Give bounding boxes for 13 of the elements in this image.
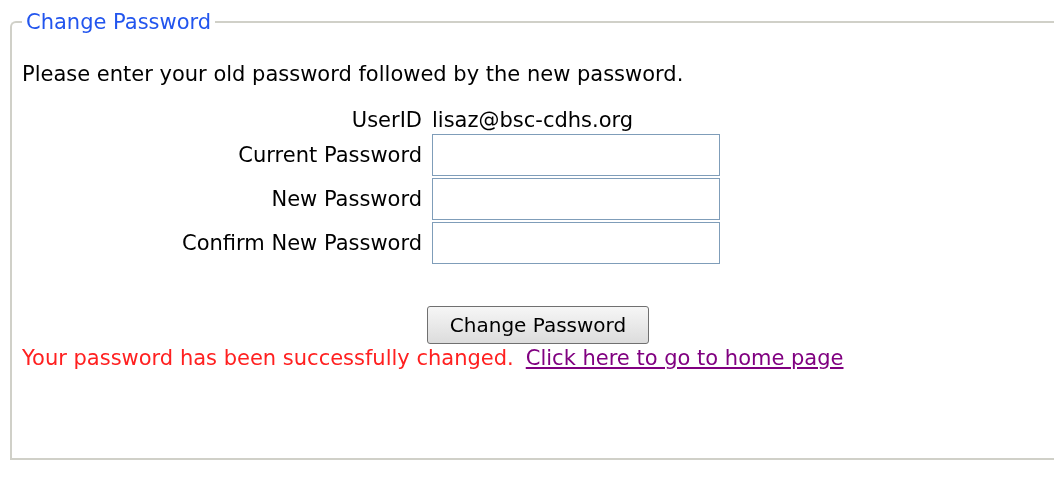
- password-field[interactable]: [432, 134, 720, 176]
- change-password-button[interactable]: Change Password: [426, 306, 650, 344]
- home-page-link[interactable]: Click here to go to home page: [525, 346, 844, 370]
- field-label: UserID: [350, 108, 422, 132]
- field-label: New Password: [270, 187, 422, 211]
- instruction-text: Please enter your old password followed by the new password.: [22, 62, 685, 86]
- user-id-value: lisaz@bsc-cdhs.org: [432, 108, 635, 132]
- field-label: Current Password: [237, 143, 422, 167]
- password-field[interactable]: [432, 222, 720, 264]
- password-field[interactable]: [432, 178, 720, 220]
- field-label: Confirm New Password: [181, 231, 422, 255]
- panel-title: Change Password: [25, 10, 213, 34]
- success-message: Your password has been successfully changed.: [22, 346, 514, 370]
